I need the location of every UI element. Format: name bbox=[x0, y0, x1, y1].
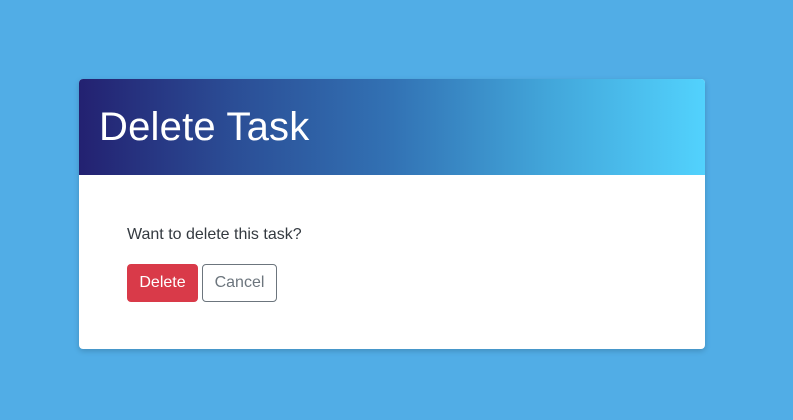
dialog-title: Delete Task bbox=[99, 105, 310, 149]
dialog-actions: Delete Cancel bbox=[127, 264, 657, 302]
dialog-header: Delete Task bbox=[79, 79, 705, 175]
cancel-button[interactable]: Cancel bbox=[202, 264, 277, 302]
confirmation-message: Want to delete this task? bbox=[127, 226, 302, 243]
delete-button[interactable]: Delete bbox=[127, 264, 198, 302]
dialog-body: Want to delete this task? Delete Cancel bbox=[79, 175, 705, 302]
delete-task-dialog: Delete Task Want to delete this task? De… bbox=[79, 79, 705, 349]
